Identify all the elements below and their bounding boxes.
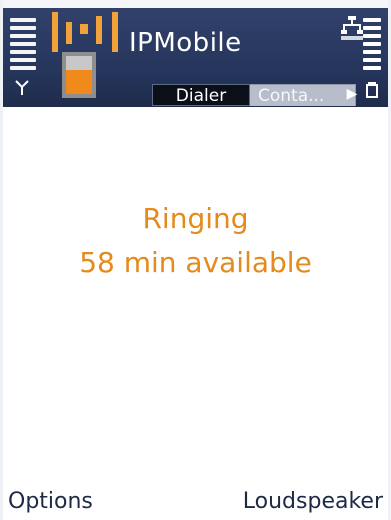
tab-dialer-label: Dialer xyxy=(175,86,227,106)
antenna-icon xyxy=(13,78,31,96)
battery-icon xyxy=(363,80,381,98)
chevron-right-icon[interactable]: ▶ xyxy=(345,83,359,105)
call-status-line2: 58 min available xyxy=(79,246,312,279)
connection-icon xyxy=(341,16,363,42)
signal-bars-icon xyxy=(10,18,36,76)
main-content: Ringing 58 min available xyxy=(0,107,391,478)
call-status-line1: Ringing xyxy=(142,202,249,235)
options-softkey[interactable]: Options xyxy=(8,489,93,514)
loudspeaker-softkey[interactable]: Loudspeaker xyxy=(243,489,383,514)
tab-contacts-label: Conta... xyxy=(258,86,325,106)
left-border xyxy=(0,0,3,520)
tab-bar: Dialer Conta... xyxy=(152,84,356,106)
tab-dialer[interactable]: Dialer xyxy=(152,84,250,106)
top-strip xyxy=(0,0,391,8)
softkey-bar: Options Loudspeaker xyxy=(0,478,391,520)
tab-contacts[interactable]: Conta... xyxy=(250,84,356,106)
app-title: IPMobile xyxy=(129,28,242,58)
call-status: Ringing 58 min available xyxy=(0,197,391,285)
ipmobile-app-icon xyxy=(52,12,126,104)
phone-screen: IPMobile Dialer Conta... ▶ Ringing 58 mi… xyxy=(0,0,391,520)
battery-bars-icon xyxy=(363,18,381,76)
header: IPMobile Dialer Conta... ▶ xyxy=(0,0,391,107)
